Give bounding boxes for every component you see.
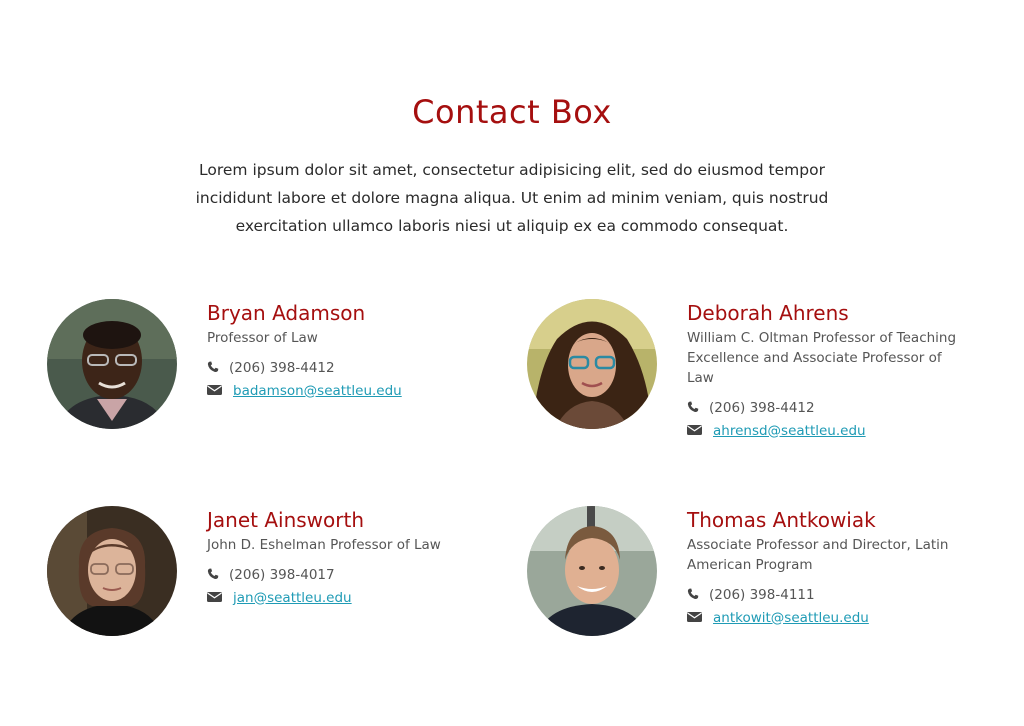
- avatar: [47, 299, 177, 429]
- phone-number: (206) 398-4111: [709, 586, 815, 603]
- phone-number: (206) 398-4017: [229, 566, 335, 583]
- phone-row: (206) 398-4017: [207, 563, 477, 586]
- phone-icon: [687, 588, 701, 602]
- contact-name: Thomas Antkowiak: [687, 508, 876, 532]
- email-link[interactable]: ahrensd@seattleu.edu: [713, 423, 866, 439]
- envelope-icon: [687, 611, 702, 625]
- contact-info: Thomas Antkowiak Associate Professor and…: [687, 506, 957, 629]
- contact-role: Associate Professor and Director, Latin …: [687, 537, 949, 573]
- email-link[interactable]: jan@seattleu.edu: [233, 590, 352, 606]
- page-title: Contact Box: [412, 93, 612, 131]
- phone-row: (206) 398-4111: [687, 583, 957, 606]
- contact-card: Bryan Adamson Professor of Law (206) 398…: [47, 299, 507, 449]
- email-link[interactable]: antkowit@seattleu.edu: [713, 610, 869, 626]
- phone-row: (206) 398-4412: [207, 356, 477, 379]
- intro-text: Lorem ipsum dolor sit amet, consectetur …: [195, 161, 829, 235]
- email-row: ahrensd@seattleu.edu: [687, 419, 957, 442]
- contact-name: Deborah Ahrens: [687, 301, 849, 325]
- contact-role: Professor of Law: [207, 330, 318, 346]
- contact-name: Bryan Adamson: [207, 301, 366, 325]
- phone-number: (206) 398-4412: [709, 399, 815, 416]
- phone-icon: [687, 401, 701, 415]
- avatar: [47, 506, 177, 636]
- avatar: [527, 506, 657, 636]
- contact-card: Thomas Antkowiak Associate Professor and…: [527, 506, 987, 656]
- envelope-icon: [207, 591, 222, 605]
- contact-role: William C. Oltman Professor of Teaching …: [687, 330, 957, 386]
- contact-card: Janet Ainsworth John D. Eshelman Profess…: [47, 506, 507, 656]
- contact-info: Janet Ainsworth John D. Eshelman Profess…: [207, 506, 477, 609]
- envelope-icon: [687, 424, 702, 438]
- email-link[interactable]: badamson@seattleu.edu: [233, 383, 402, 399]
- avatar: [527, 299, 657, 429]
- phone-number: (206) 398-4412: [229, 359, 335, 376]
- contact-info: Deborah Ahrens William C. Oltman Profess…: [687, 299, 957, 442]
- contact-card: Deborah Ahrens William C. Oltman Profess…: [527, 299, 987, 449]
- contact-name: Janet Ainsworth: [207, 508, 365, 532]
- phone-row: (206) 398-4412: [687, 396, 957, 419]
- phone-icon: [207, 568, 221, 582]
- envelope-icon: [207, 384, 222, 398]
- contact-role: John D. Eshelman Professor of Law: [207, 537, 441, 553]
- email-row: antkowit@seattleu.edu: [687, 606, 957, 629]
- contact-info: Bryan Adamson Professor of Law (206) 398…: [207, 299, 477, 402]
- phone-icon: [207, 361, 221, 375]
- email-row: jan@seattleu.edu: [207, 586, 477, 609]
- email-row: badamson@seattleu.edu: [207, 379, 477, 402]
